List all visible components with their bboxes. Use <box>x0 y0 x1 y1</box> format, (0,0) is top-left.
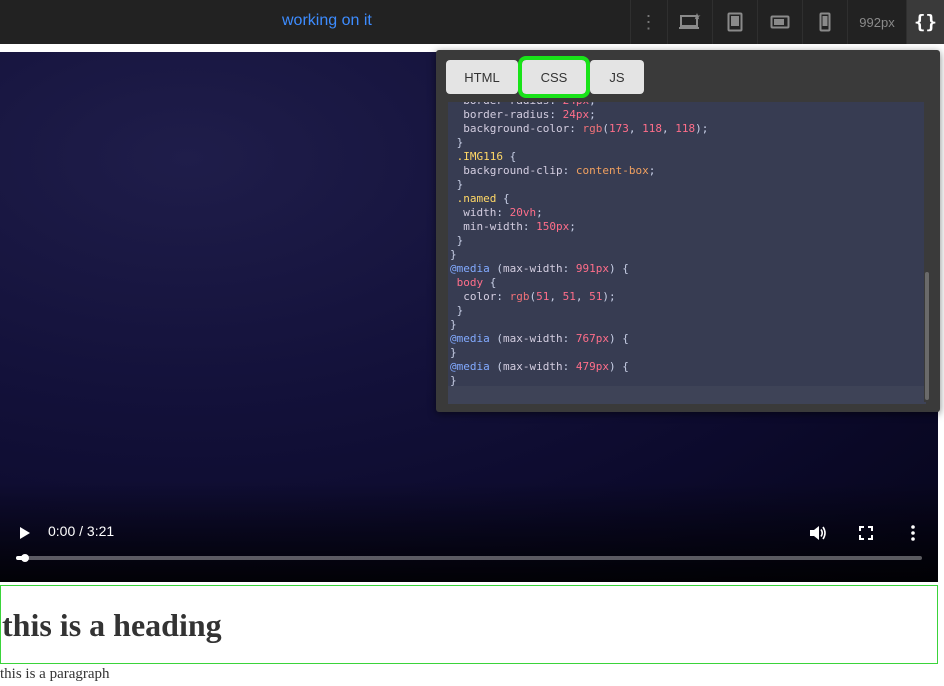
play-icon[interactable] <box>14 520 36 546</box>
code-line: min-width: 150px; <box>463 220 576 233</box>
editor-footer <box>448 386 926 404</box>
code-editor-toggle-button[interactable]: {} <box>906 0 944 44</box>
tablet-icon[interactable] <box>712 0 757 44</box>
code-line: border-radius: 24px; <box>463 108 596 121</box>
viewport-width-label[interactable]: 992px <box>847 0 906 44</box>
phone-icon[interactable] <box>802 0 847 44</box>
page-paragraph: this is a paragraph <box>0 666 110 682</box>
code-line: } <box>450 346 457 359</box>
code-line: } <box>450 178 464 191</box>
code-line: } <box>450 248 457 261</box>
code-line: } <box>450 318 457 331</box>
code-line: .IMG116 { <box>456 150 517 163</box>
code-line: } <box>450 374 457 386</box>
more-options-icon[interactable]: ⋮ <box>630 0 666 44</box>
video-time: 0:00 / 3:21 <box>48 523 115 539</box>
page-heading: this is a heading <box>2 607 222 643</box>
video-more-icon[interactable] <box>904 520 922 546</box>
code-editor-panel: HTML CSS JS border-radius: 24px; border-… <box>436 50 940 412</box>
code-line: } <box>450 304 464 317</box>
code-line: @media (max-width: 479px) { <box>450 360 629 373</box>
code-line: @media (max-width: 767px) { <box>450 332 629 345</box>
video-progress-bar[interactable] <box>16 554 922 562</box>
code-line: } <box>450 234 464 247</box>
code-line: .named { <box>456 192 510 205</box>
video-controls-shade <box>0 482 938 582</box>
top-toolbar: working on it ⋮ 992px {} <box>0 0 944 44</box>
video-progress-knob[interactable] <box>21 554 30 562</box>
project-title[interactable]: working on it <box>282 12 372 30</box>
code-line: width: 20vh; <box>463 206 543 219</box>
volume-icon[interactable] <box>806 520 830 546</box>
tablet-landscape-icon[interactable] <box>757 0 802 44</box>
tab-html[interactable]: HTML <box>446 60 518 94</box>
tab-js[interactable]: JS <box>590 60 644 94</box>
fullscreen-icon[interactable] <box>855 520 877 546</box>
tab-css[interactable]: CSS <box>518 56 590 98</box>
code-lines: border-radius: 24px; border-radius: 24px… <box>450 102 708 386</box>
code-line: } <box>450 136 464 149</box>
code-line: @media (max-width: 991px) { <box>450 262 629 275</box>
code-line: color: rgb(51, 51, 51); <box>463 290 616 303</box>
code-line: background-color: rgb(173, 118, 118); <box>463 122 709 135</box>
editor-scrollbar-thumb[interactable] <box>925 272 929 400</box>
heading-container: this is a heading <box>0 585 938 664</box>
code-line: body { <box>456 276 497 289</box>
css-code-editor[interactable]: border-radius: 24px; border-radius: 24px… <box>448 102 926 386</box>
laptop-star-icon[interactable] <box>667 0 712 44</box>
code-line: background-clip: content-box; <box>463 164 656 177</box>
